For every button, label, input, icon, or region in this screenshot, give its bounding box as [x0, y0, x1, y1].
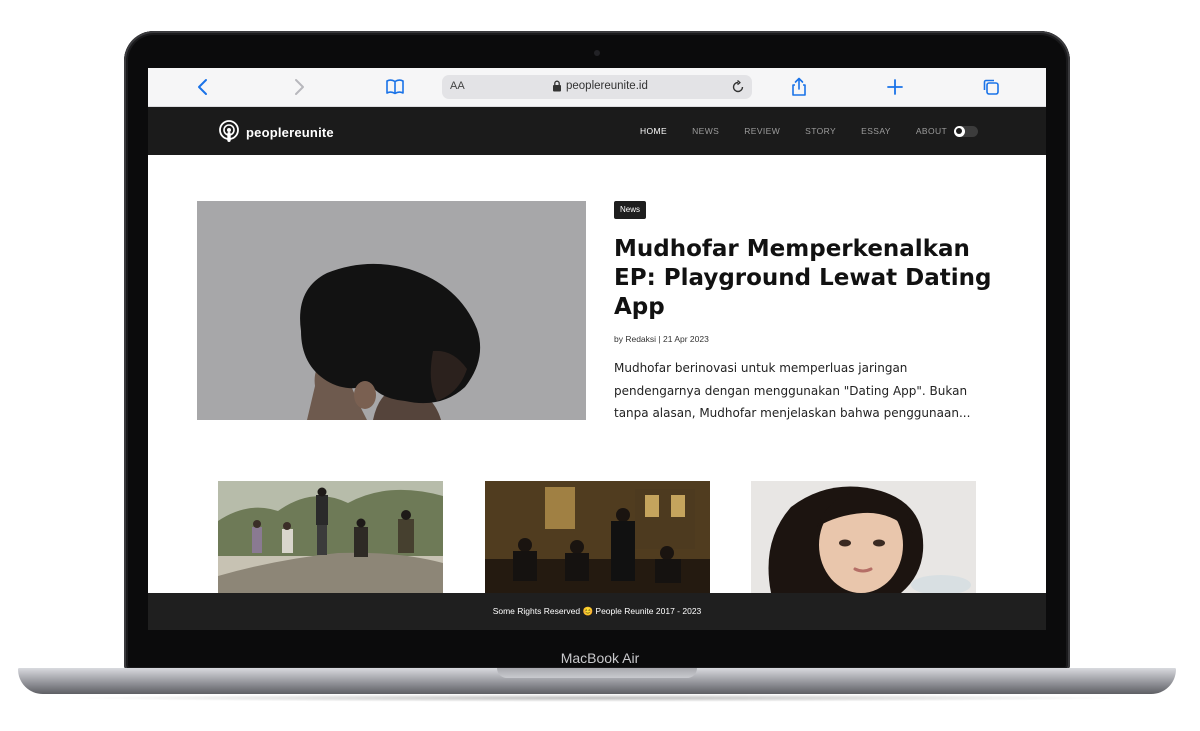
site-header: peoplereunite HOME NEWS REVIEW STORY ESS…	[148, 107, 1046, 155]
address-bar[interactable]: AA peoplereunite.id	[442, 75, 752, 99]
browser-toolbar: AA peoplereunite.id	[148, 68, 1046, 107]
category-badge[interactable]: News	[614, 201, 647, 219]
screen: AA peoplereunite.id peoplereunite HOME N…	[148, 68, 1046, 630]
reload-icon[interactable]	[730, 79, 746, 95]
article-card-image[interactable]	[751, 481, 976, 593]
article-card-image[interactable]	[485, 481, 710, 593]
podcast-logo-icon	[219, 120, 239, 142]
new-tab-icon[interactable]	[884, 76, 906, 98]
article-card-image[interactable]	[218, 481, 443, 593]
nav-story[interactable]: STORY	[805, 126, 836, 136]
device-label: MacBook Air	[560, 650, 640, 666]
nav-about[interactable]: ABOUT	[916, 126, 947, 136]
featured-byline: by Redaksi | 21 Apr 2023	[614, 334, 709, 344]
forward-icon[interactable]	[288, 76, 310, 98]
featured-headline[interactable]: Mudhofar Memperkenalkan EP: Playground L…	[614, 235, 994, 322]
site-footer: Some Rights Reserved 😊 People Reunite 20…	[148, 593, 1046, 630]
site-logo[interactable]: peoplereunite	[218, 120, 334, 144]
dark-mode-toggle[interactable]	[954, 126, 978, 137]
url-text: peoplereunite.id	[566, 80, 648, 92]
nav-news[interactable]: NEWS	[692, 126, 719, 136]
featured-excerpt: Mudhofar berinovasi untuk memperluas jar…	[614, 361, 971, 420]
nav-review[interactable]: REVIEW	[744, 126, 780, 136]
camera-dot	[594, 50, 600, 56]
laptop-shadow	[60, 694, 1136, 702]
laptop-notch	[497, 668, 697, 678]
nav-home[interactable]: HOME	[640, 126, 667, 136]
back-icon[interactable]	[192, 76, 214, 98]
text-size-button[interactable]: AA	[450, 80, 465, 92]
logo-text: peoplereunite	[246, 124, 334, 140]
lock-icon	[553, 80, 561, 92]
moon-icon	[956, 128, 962, 134]
share-icon[interactable]	[788, 76, 810, 98]
tabs-icon[interactable]	[980, 76, 1002, 98]
bookmarks-icon[interactable]	[384, 76, 406, 98]
nav-essay[interactable]: ESSAY	[861, 126, 891, 136]
main-menu: HOME NEWS REVIEW STORY ESSAY ABOUT	[640, 126, 972, 136]
featured-image[interactable]	[197, 201, 586, 420]
